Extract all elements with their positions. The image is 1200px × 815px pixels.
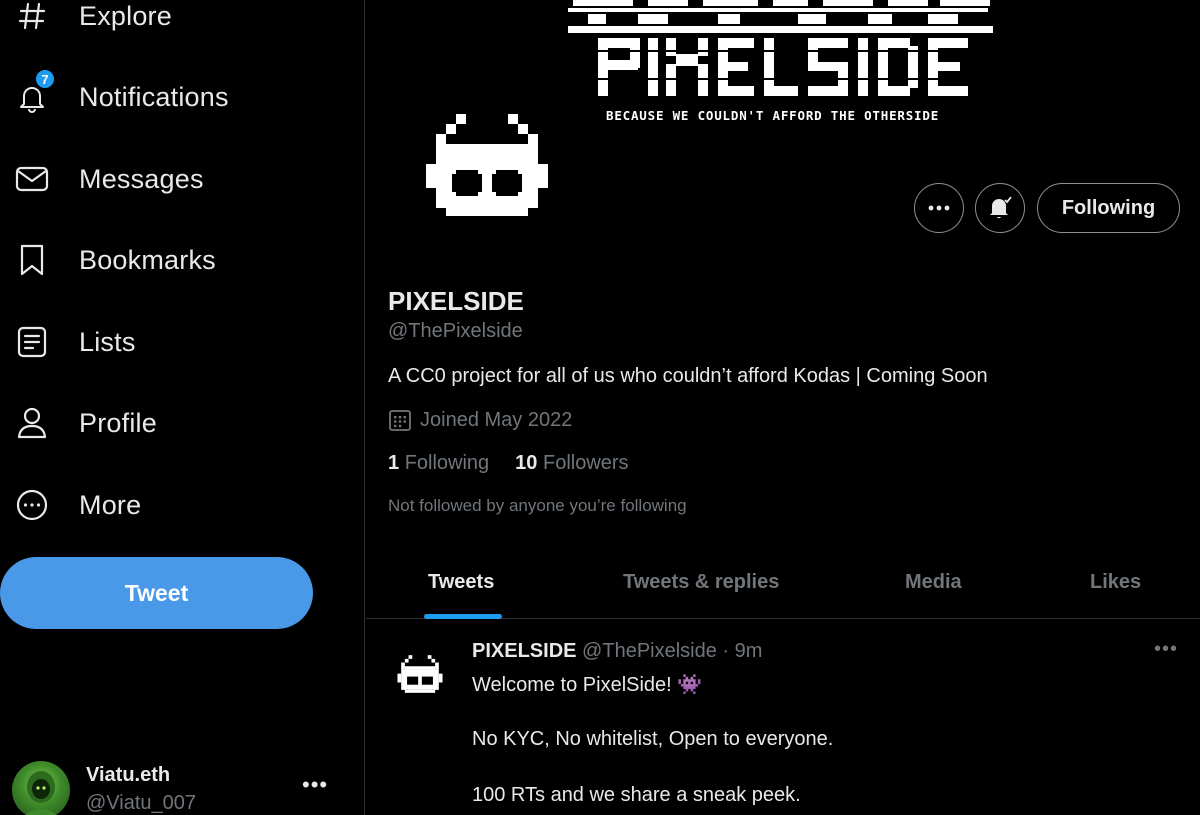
tab-media[interactable]: Media [905, 571, 962, 594]
bell-check-icon [990, 196, 1012, 219]
nav-notifications-label: Notifications [79, 81, 229, 112]
nav-profile[interactable]: Profile [0, 393, 300, 453]
tab-tweets-replies[interactable]: Tweets & replies [623, 571, 779, 594]
list-icon [14, 324, 50, 360]
profile-column: BECAUSE WE COULDN'T AFFORD THE OTHERSIDE [366, 0, 1200, 815]
followers-count-link[interactable]: 10 Followers [515, 452, 628, 474]
nav-more-label: More [79, 489, 142, 520]
banner-logo [568, 0, 993, 100]
tweet-author-avatar[interactable] [396, 650, 444, 698]
profile-tabs: Tweets Tweets & replies Media Likes [366, 553, 1200, 619]
nav-notifications[interactable]: 7 Notifications [0, 67, 300, 127]
tweet-more-icon[interactable]: ••• [1154, 638, 1178, 661]
account-more-icon[interactable]: ••• [302, 772, 328, 798]
sidebar: Explore 7 Notifications Messages Bookmar… [0, 0, 365, 815]
nav-more[interactable]: More [0, 475, 300, 535]
tab-tweets[interactable]: Tweets [428, 571, 494, 594]
profile-handle: @ThePixelside [388, 320, 523, 342]
nav-bookmarks[interactable]: Bookmarks [0, 230, 300, 290]
following-count-link[interactable]: 1 Following [388, 452, 489, 474]
nav-explore-label: Explore [79, 0, 172, 31]
tab-likes[interactable]: Likes [1090, 571, 1141, 594]
tweet-author-name[interactable]: PIXELSIDE [472, 640, 576, 662]
tweet-button[interactable]: Tweet [0, 557, 313, 629]
account-handle: @Viatu_007 [86, 792, 197, 814]
banner-tagline: BECAUSE WE COULDN'T AFFORD THE OTHERSIDE [606, 108, 940, 123]
more-horizontal-icon [928, 205, 950, 211]
follow-stats: 1 Following 10 Followers [388, 452, 629, 475]
more-circle-icon [14, 487, 50, 523]
tweet-text-line: No KYC, No whitelist, Open to everyone. [472, 728, 834, 750]
notification-count-badge: 7 [34, 68, 56, 90]
not-followed-note: Not followed by anyone you’re following [388, 496, 687, 515]
nav-bookmarks-label: Bookmarks [79, 244, 216, 275]
profile-more-button[interactable] [914, 183, 964, 233]
tweet-text-line: 100 RTs and we share a sneak peek. [472, 784, 801, 806]
envelope-icon [14, 161, 50, 197]
nav-messages-label: Messages [79, 163, 204, 194]
account-switcher[interactable]: Viatu.eth @Viatu_007 ••• [12, 756, 352, 815]
calendar-icon [389, 410, 411, 431]
following-button[interactable]: Following [1037, 183, 1180, 233]
joined-text: Joined May 2022 [420, 408, 573, 431]
joined-date: Joined May 2022 [388, 408, 572, 432]
tweet-header: PIXELSIDE @ThePixelside · 9m [472, 640, 762, 663]
active-tab-indicator [424, 614, 502, 619]
nav-lists-label: Lists [79, 326, 136, 357]
bookmark-icon [14, 242, 50, 278]
hashtag-icon [14, 0, 50, 34]
nav-lists[interactable]: Lists [0, 312, 300, 372]
profile-display-name: PIXELSIDE [388, 286, 524, 316]
tweet-text-line: Welcome to PixelSide! 👾 [472, 674, 703, 696]
nav-explore[interactable]: Explore [0, 0, 300, 46]
account-name: Viatu.eth [86, 764, 171, 786]
profile-bio: A CC0 project for all of us who couldn’t… [388, 365, 988, 387]
notify-button[interactable] [975, 183, 1025, 233]
person-icon [14, 405, 50, 441]
tweet-item[interactable]: PIXELSIDE @ThePixelside · 9m ••• Welcome… [366, 620, 1200, 815]
nav-profile-label: Profile [79, 407, 157, 438]
tweet-author-meta: @ThePixelside · 9m [582, 640, 763, 662]
profile-avatar[interactable] [422, 108, 552, 222]
avatar [12, 761, 70, 815]
nav-messages[interactable]: Messages [0, 149, 300, 209]
